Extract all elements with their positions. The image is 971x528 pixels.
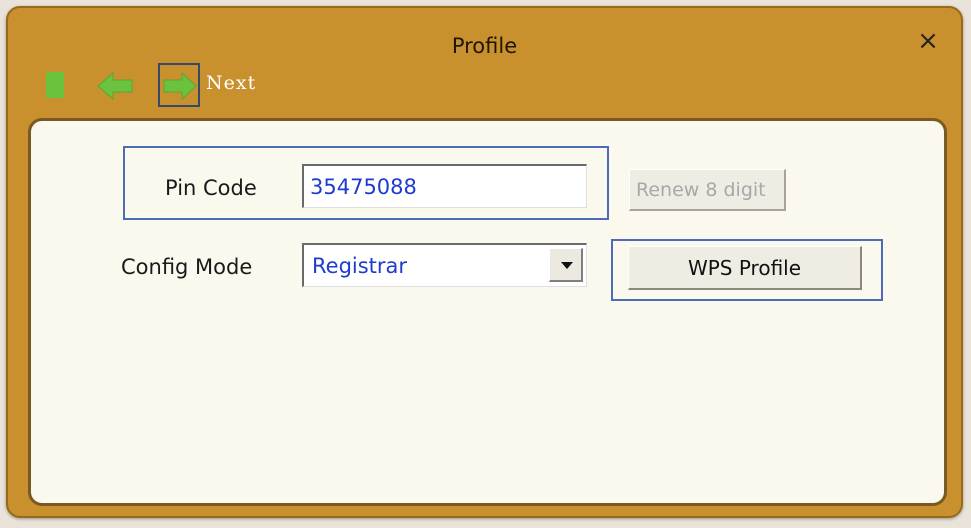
wps-profile-button[interactable]: WPS Profile	[628, 246, 862, 290]
back-arrow-icon[interactable]	[96, 70, 138, 102]
window-title: Profile	[451, 34, 518, 58]
stop-icon[interactable]	[46, 72, 64, 98]
config-mode-select[interactable]: Registrar	[302, 243, 587, 287]
next-button[interactable]	[158, 63, 200, 107]
pin-code-input[interactable]	[302, 164, 587, 208]
config-mode-value: Registrar	[312, 254, 408, 278]
pin-code-label: Pin Code	[165, 176, 257, 200]
chevron-down-icon[interactable]	[549, 248, 583, 282]
profile-window: Profile × Next Pin Code Renew 8 digit Co…	[6, 6, 963, 518]
close-button[interactable]: ×	[915, 28, 941, 54]
content-panel: Pin Code Renew 8 digit Config Mode Regis…	[28, 118, 947, 506]
renew-8-digit-button[interactable]: Renew 8 digit	[629, 169, 786, 211]
config-mode-label: Config Mode	[121, 255, 253, 279]
next-label[interactable]: Next	[206, 72, 256, 94]
next-arrow-icon	[163, 71, 197, 101]
